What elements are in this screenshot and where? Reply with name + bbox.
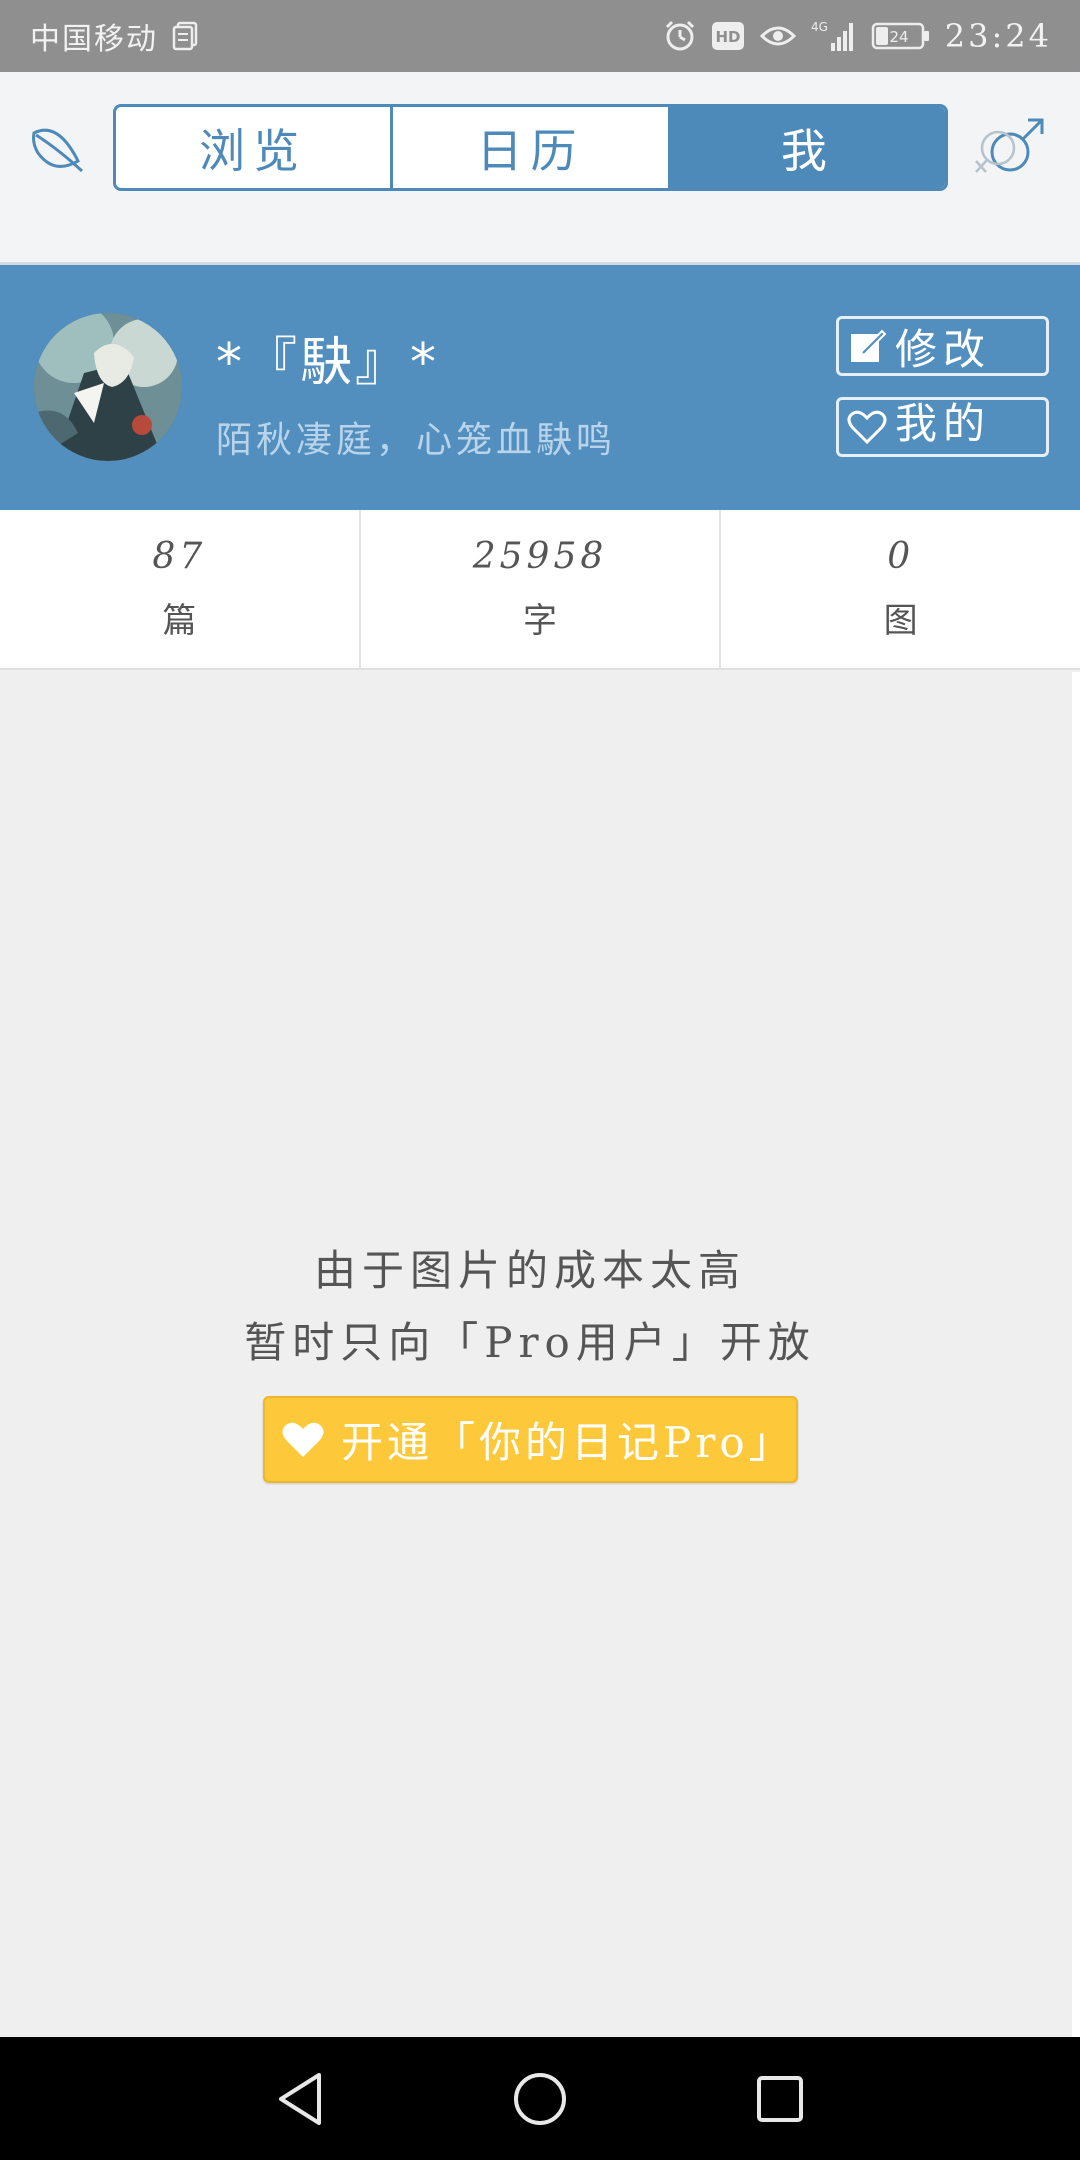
top-navigation: 浏览 日历 我 (0, 72, 1080, 262)
open-pro-label: 开通「你的日记Pro」 (341, 1418, 795, 1467)
tab-segmented-control: 浏览 日历 我 (113, 104, 948, 191)
heart-icon (265, 1421, 341, 1459)
hd-icon: HD (711, 21, 745, 51)
home-icon[interactable] (510, 2069, 570, 2129)
stat-images-label: 图 (883, 601, 918, 641)
status-right: HD 4G 24 23:24 (663, 17, 1052, 55)
edit-profile-button[interactable]: 修改 (836, 316, 1049, 376)
edit-label: 修改 (895, 324, 992, 374)
system-nav-bar (0, 2037, 1080, 2160)
avatar[interactable] (34, 313, 182, 461)
stat-words[interactable]: 25958 字 (361, 510, 722, 668)
open-pro-button[interactable]: 开通「你的日记Pro」 (263, 1396, 798, 1483)
stat-words-label: 字 (523, 601, 557, 641)
leaf-icon[interactable] (28, 117, 88, 177)
gender-icon[interactable] (972, 116, 1052, 186)
back-icon[interactable] (270, 2069, 330, 2129)
my-pro-button[interactable]: 我的 (836, 397, 1049, 457)
scroll-edge (1072, 672, 1080, 2037)
stat-images[interactable]: 0 图 (721, 510, 1080, 668)
recents-icon[interactable] (750, 2069, 810, 2129)
my-pro-label: 我的 (895, 398, 992, 448)
status-left: 中国移动 (30, 14, 200, 58)
clock: 23:24 (944, 17, 1052, 55)
carrier-name: 中国移动 (30, 22, 158, 57)
svg-text:4G: 4G (811, 20, 828, 34)
alarm-icon (663, 19, 697, 53)
stat-posts[interactable]: 87 篇 (0, 510, 361, 668)
tab-me[interactable]: 我 (670, 107, 945, 188)
status-bar: 中国移动 HD 4G 24 23:24 (0, 0, 1080, 72)
signal-icon: 4G (811, 19, 857, 53)
empty-message-line2: 暂时只向「Pro用户」开放 (244, 1318, 816, 1367)
stat-words-value: 25958 (472, 536, 608, 577)
stat-posts-label: 篇 (162, 601, 197, 641)
heart-outline-icon (839, 409, 895, 445)
stats-row: 87 篇 25958 字 0 图 (0, 510, 1080, 670)
profile-signature: 陌秋凄庭，心笼血駃鸣 (216, 420, 617, 461)
images-panel: 由于图片的成本太高 暂时只向「Pro用户」开放 开通「你的日记Pro」 (0, 672, 1072, 2037)
profile-banner: *『駃』* 陌秋凄庭，心笼血駃鸣 修改 我的 (0, 265, 1080, 510)
empty-message-line1: 由于图片的成本太高 (313, 1246, 746, 1295)
stat-posts-value: 87 (152, 536, 207, 577)
eye-comfort-icon (759, 22, 797, 50)
svg-text:24: 24 (889, 28, 908, 46)
tab-calendar[interactable]: 日历 (393, 107, 671, 188)
tab-browse[interactable]: 浏览 (116, 107, 394, 188)
svg-text:HD: HD (715, 28, 740, 46)
notification-icon (172, 21, 200, 51)
profile-name: *『駃』* (216, 333, 440, 393)
battery-icon: 24 (871, 21, 931, 51)
stat-images-value: 0 (887, 536, 915, 577)
edit-icon (839, 327, 895, 365)
